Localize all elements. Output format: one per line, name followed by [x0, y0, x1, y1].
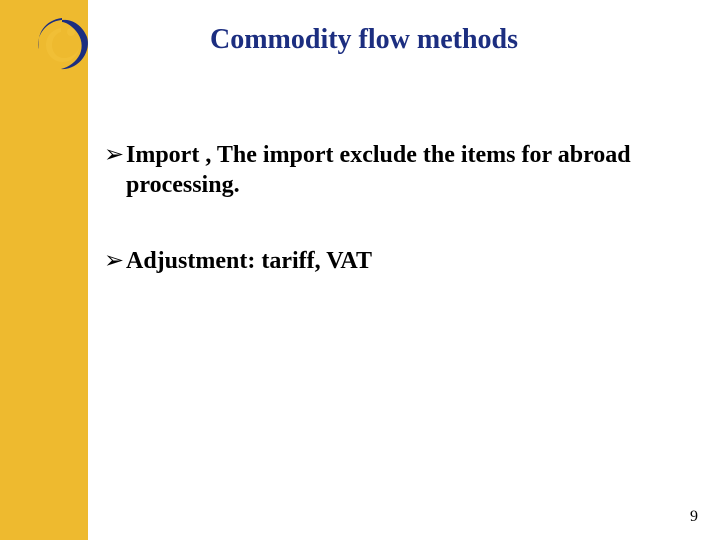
bullet-arrow-icon: ➢	[104, 140, 126, 170]
org-logo	[31, 14, 93, 76]
bullet-text: Import , The import exclude the items fo…	[126, 140, 684, 200]
list-item: ➢ Adjustment: tariff, VAT	[104, 246, 684, 276]
slide-title: Commodity flow methods	[210, 24, 518, 56]
bullet-text: Adjustment: tariff, VAT	[126, 246, 684, 276]
page-number: 9	[690, 508, 698, 526]
sidebar-accent	[0, 0, 88, 540]
bullet-arrow-icon: ➢	[104, 246, 126, 276]
slide: Commodity flow methods ➢ Import , The im…	[0, 0, 720, 540]
logo-swirl-icon	[31, 14, 93, 76]
slide-body: ➢ Import , The import exclude the items …	[104, 140, 684, 322]
list-item: ➢ Import , The import exclude the items …	[104, 140, 684, 200]
